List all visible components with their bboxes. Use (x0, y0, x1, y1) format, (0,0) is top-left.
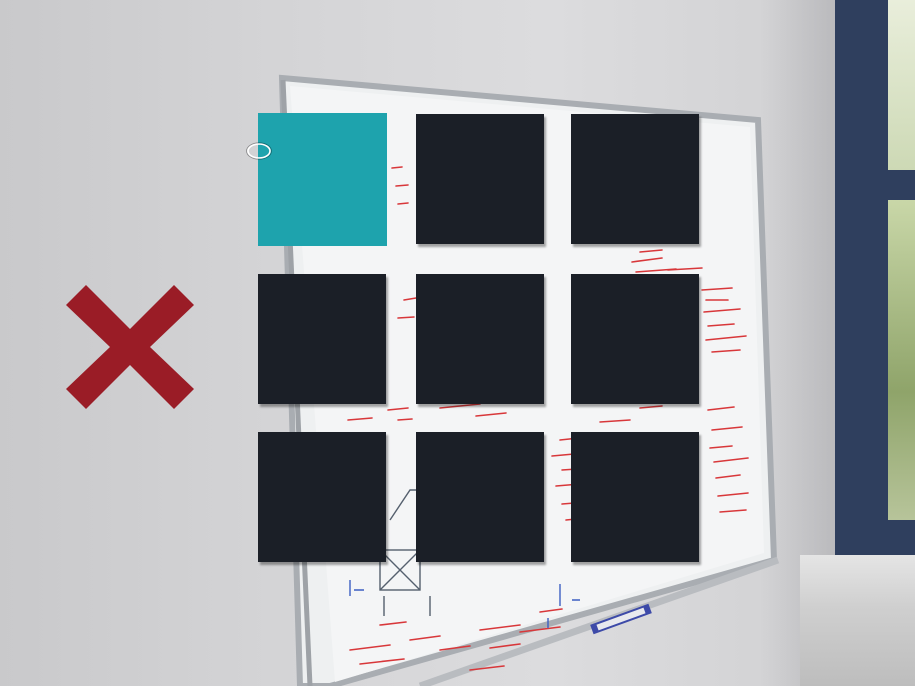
grid-tile-r2c3[interactable] (571, 274, 699, 404)
grid-tile-r1c1-selected[interactable] (258, 113, 387, 246)
grid-tile-r1c3[interactable] (571, 114, 699, 244)
grid-tile-r3c2[interactable] (416, 432, 544, 562)
gaze-cursor-icon (246, 142, 272, 160)
grid-tile-r2c1[interactable] (258, 274, 386, 404)
camera-scene (0, 0, 915, 686)
close-x-icon[interactable] (66, 285, 194, 409)
grid-tile-r3c1[interactable] (258, 432, 386, 562)
grid-tile-r2c2[interactable] (416, 274, 544, 404)
grid-tile-r3c3[interactable] (571, 432, 699, 562)
grid-tile-r1c2[interactable] (416, 114, 544, 244)
